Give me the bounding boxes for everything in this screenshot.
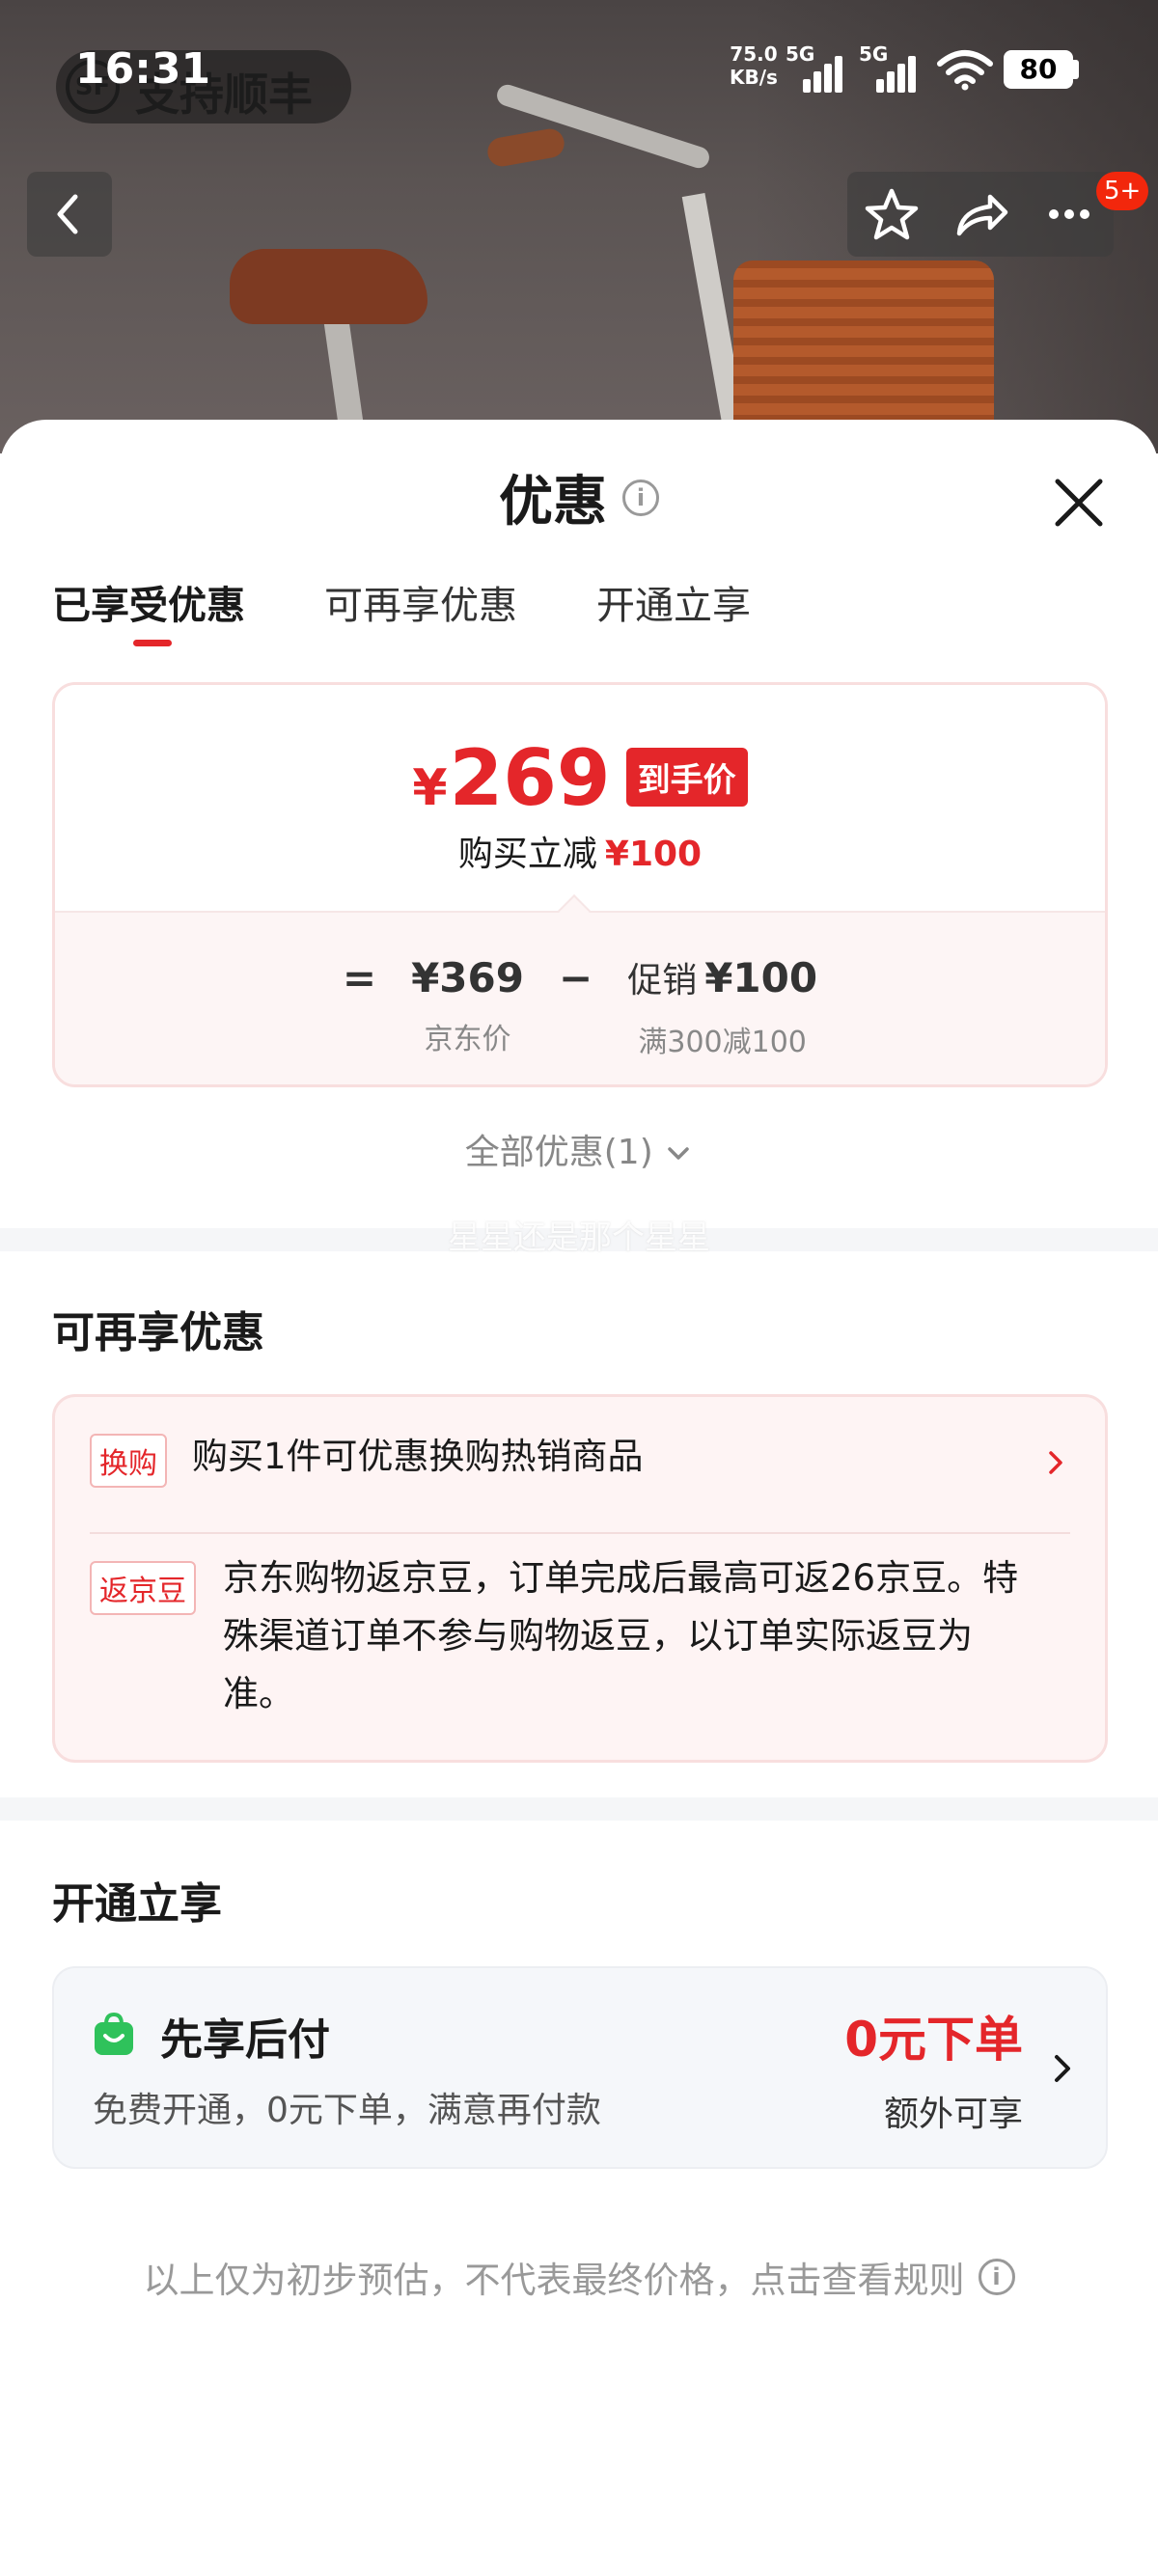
price-formula: = ¥369 京东价 − 促销 ¥100 满300减100 [55,951,1105,1060]
extra-enjoy-label: 额外可享 [883,2095,1023,2134]
status-bar: 16:31 75.0 KB/s 5G 5G 80 [0,0,1158,135]
info-icon[interactable]: i [622,479,659,516]
sheet-title: 优惠 [499,471,607,534]
chevron-down-icon [668,1147,689,1160]
currency-symbol: ¥ [412,759,448,817]
chevron-left-icon [57,194,78,234]
all-discounts-toggle[interactable]: 全部优惠(1) [0,1124,1158,1174]
open-enjoy-title: 开通立享 [52,1879,222,1929]
promo-prefix: 促销 [627,961,698,1000]
pay-later-name: 先享后付 [160,2015,330,2065]
reduce-amount: ¥100 [604,835,703,874]
base-price-label: 京东价 [424,1023,511,1056]
tab-enjoyed[interactable]: 已享受优惠 [52,574,245,642]
wifi-icon [937,50,993,91]
final-price: 269 [449,733,611,823]
discount-sheet: 优惠 i 已享受优惠 可再享优惠 开通立享 ¥ 269 到手价 购买立减 ¥10… [0,420,1158,2576]
watermark-text: 星星还是那个星星 [448,1219,710,1257]
tab-bar: 已享受优惠 可再享优惠 开通立享 [52,574,751,661]
star-icon [865,188,919,240]
minus-sign: − [558,954,593,1001]
offer-text: 购买1件可优惠换购热销商品 [192,1436,644,1477]
price-card: ¥ 269 到手价 购买立减 ¥100 = ¥369 京东价 − 促销 ¥100… [52,682,1108,1087]
favorite-button[interactable] [847,172,936,257]
close-icon[interactable] [1044,468,1114,537]
zero-order-label: 0元下单 [844,2012,1023,2068]
battery-icon: 80 [1004,50,1073,89]
shopping-bag-icon [95,2012,133,2055]
back-button[interactable] [27,172,112,257]
share-icon [956,194,1008,236]
extra-offers-title: 可再享优惠 [52,1308,264,1357]
message-count-badge: 5+ [1096,172,1149,210]
active-tab-indicator [133,640,172,646]
pay-later-desc: 免费开通，0元下单，满意再付款 [93,2091,601,2130]
status-time: 16:31 [75,44,211,94]
base-price: ¥369 [411,954,524,1001]
price-rule-note[interactable]: 以上仅为初步预估，不代表最终价格，点击查看规则 i [0,2251,1158,2303]
pay-later-card[interactable]: 先享后付 免费开通，0元下单，满意再付款 0元下单 额外可享 [52,1966,1108,2169]
info-icon: i [978,2259,1015,2295]
offer-tag: 返京豆 [90,1561,196,1615]
chevron-right-icon [1049,1451,1062,1474]
signal-2-icon: 5G [859,42,916,93]
final-price-tag: 到手价 [625,748,748,807]
offer-row-jingdou: 返京豆 京东购物返京豆，订单完成后最高可返26京豆。特 殊渠道订单不参与购物返豆… [90,1557,1070,1744]
section-divider [0,1797,1158,1821]
screen: SF 支持顺丰 16:31 75.0 KB/s 5G 5G 80 5+ 优惠 i… [0,0,1158,2576]
equals-sign: = [342,954,377,1001]
promo-rule: 满300减100 [638,1026,807,1059]
promo-amount: ¥100 [704,954,818,1001]
net-speed: 75.0 KB/s [730,42,778,89]
top-actions [847,172,1114,257]
bike-saddle [230,249,427,324]
signal-1-icon: 5G [786,42,842,93]
offer-tag: 换购 [90,1434,167,1488]
tab-open-enjoy[interactable]: 开通立享 [596,574,751,642]
extra-offers-card: 换购 购买1件可优惠换购热销商品 返京豆 京东购物返京豆，订单完成后最高可返26… [52,1394,1108,1763]
tab-more-offers[interactable]: 可再享优惠 [324,574,517,642]
chevron-right-icon [1055,2055,1070,2082]
offer-row-exchange[interactable]: 换购 购买1件可优惠换购热销商品 [90,1434,1070,1492]
reduce-label: 购买立减 [457,835,597,874]
offer-text: 京东购物返京豆，订单完成后最高可返26京豆。特 殊渠道订单不参与购物返豆，以订单… [223,1557,1019,1714]
share-button[interactable] [936,172,1025,257]
